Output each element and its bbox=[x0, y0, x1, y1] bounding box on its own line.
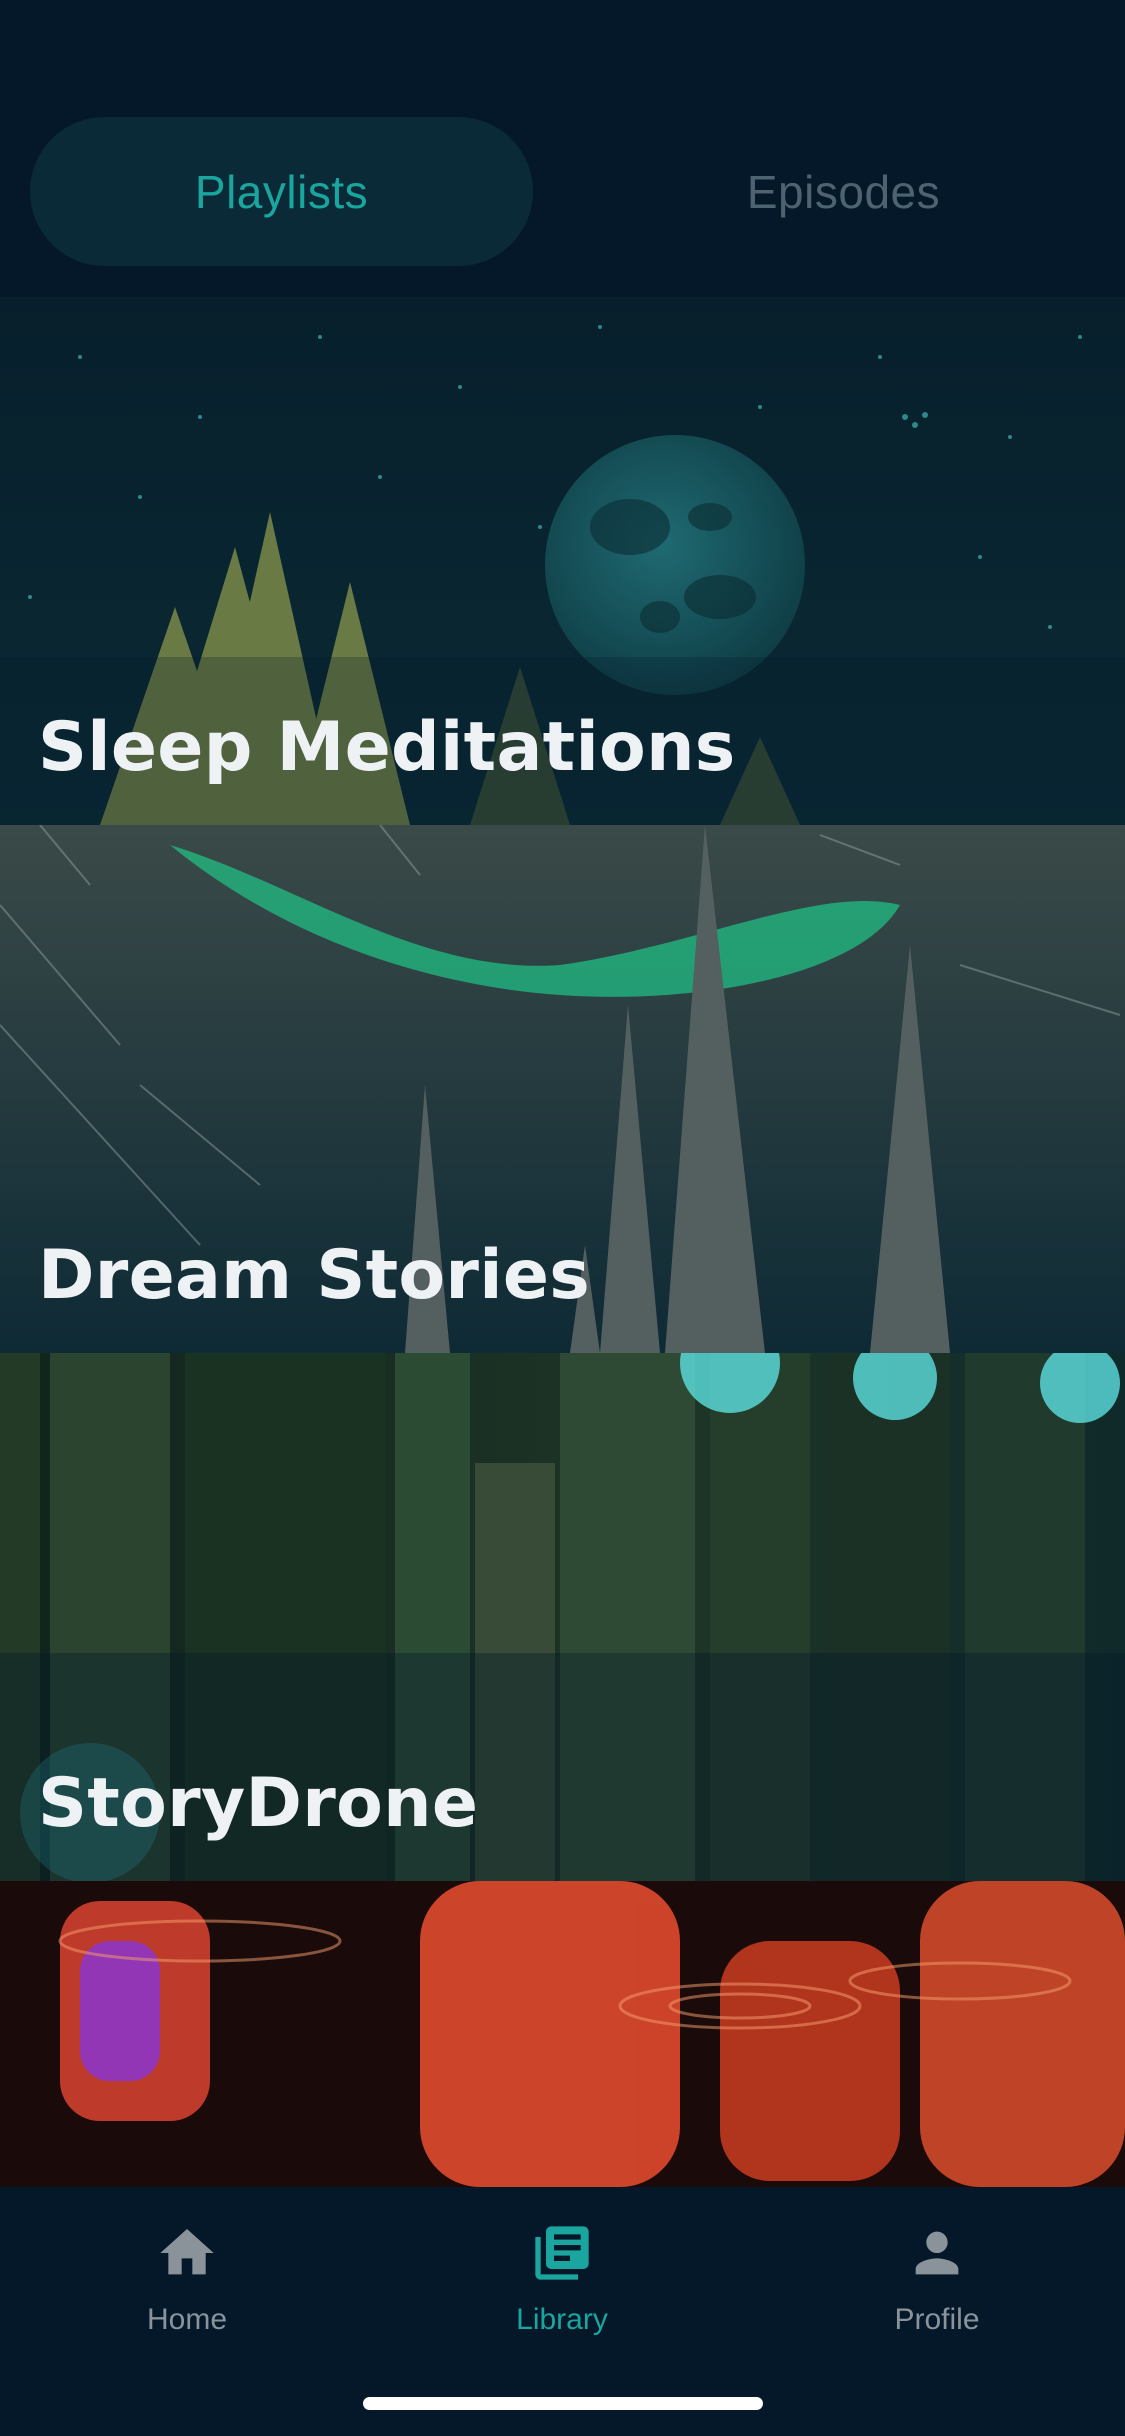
header-area: Playlists Episodes bbox=[0, 0, 1125, 297]
tab-library[interactable]: Library bbox=[462, 2215, 662, 2355]
playlist-title: StoryDrone bbox=[38, 1764, 479, 1843]
playlist-card-4[interactable] bbox=[0, 1881, 1125, 2187]
home-indicator[interactable] bbox=[363, 2397, 763, 2410]
library-icon bbox=[535, 2226, 589, 2280]
tab-home[interactable]: Home bbox=[87, 2215, 287, 2355]
playlist-title: Sleep Meditations bbox=[38, 708, 736, 787]
tab-label-library: Library bbox=[516, 2303, 608, 2336]
playlist-title: Dream Stories bbox=[38, 1236, 591, 1315]
tab-episodes[interactable]: Episodes bbox=[592, 117, 1095, 266]
tab-label-home: Home bbox=[146, 2303, 228, 2336]
profile-icon bbox=[915, 2231, 959, 2275]
water-reflection-image bbox=[0, 1881, 1125, 2187]
home-icon bbox=[160, 2229, 214, 2275]
playlist-card-dream-stories[interactable]: Dream Stories bbox=[0, 825, 1125, 1353]
tab-profile[interactable]: Profile bbox=[837, 2215, 1037, 2355]
playlist-card-storydrone[interactable]: StoryDrone bbox=[0, 1353, 1125, 1881]
playlist-card-sleep-meditations[interactable]: Sleep Meditations bbox=[0, 297, 1125, 825]
tab-playlists[interactable]: Playlists bbox=[30, 117, 533, 266]
tab-label-profile: Profile bbox=[894, 2303, 980, 2336]
segmented-control: Playlists Episodes bbox=[30, 117, 1095, 266]
